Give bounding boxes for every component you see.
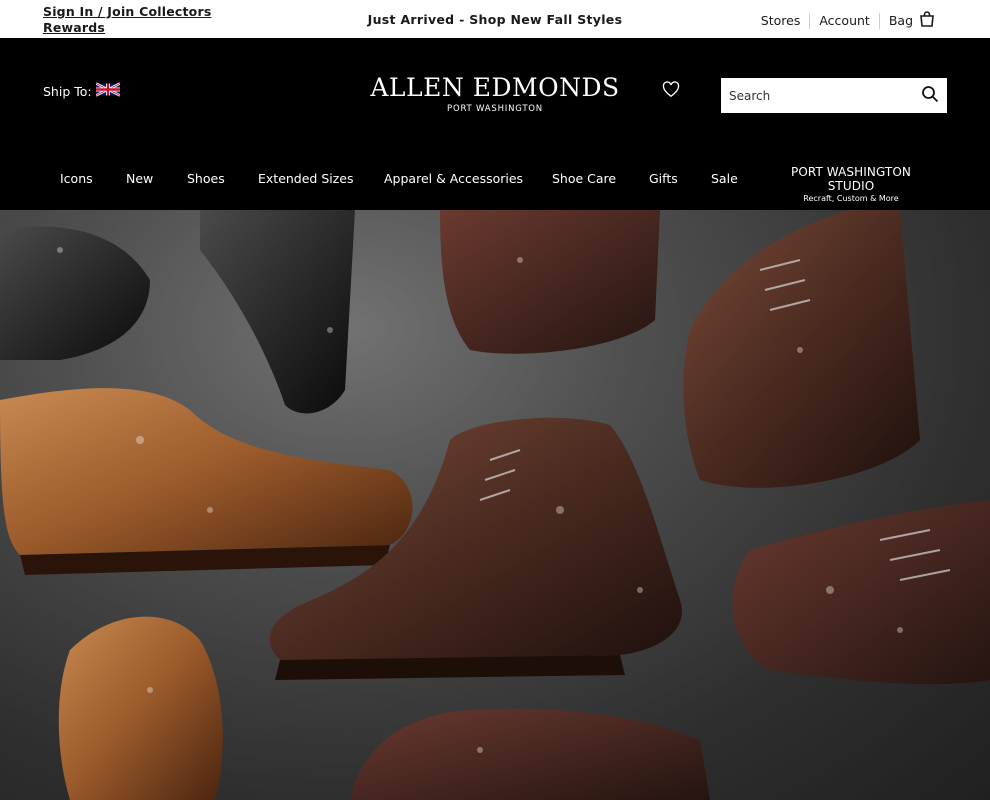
search-input[interactable]: [729, 88, 921, 103]
nav-item-new[interactable]: New: [126, 171, 153, 186]
account-link[interactable]: Account: [810, 13, 878, 28]
nav-item-shoes[interactable]: Shoes: [187, 171, 225, 186]
tan-boot-shape: [58, 616, 223, 800]
nav-item-gifts[interactable]: Gifts: [649, 171, 678, 186]
uk-flag-icon: [95, 82, 121, 100]
bag-link[interactable]: Bag: [880, 11, 935, 30]
nav-item-icons[interactable]: Icons: [60, 171, 93, 186]
site-header: Ship To: ALLEN EDMONDS PORT WASHINGTON I…: [0, 38, 990, 210]
ship-to-selector[interactable]: Ship To:: [43, 82, 121, 100]
nav-item-shoe-care[interactable]: Shoe Care: [552, 171, 616, 186]
nav-item-apparel-accessories[interactable]: Apparel & Accessories: [384, 171, 523, 186]
ship-to-label: Ship To:: [43, 83, 92, 99]
main-navigation: Icons New Shoes Extended Sizes Apparel &…: [0, 162, 990, 203]
shopping-bag-icon: [919, 11, 935, 30]
studio-subtitle: Recraft, Custom & More: [803, 194, 899, 203]
hero-boots-image: [0, 210, 990, 800]
nav-item-port-washington-studio[interactable]: PORT WASHINGTON STUDIO Recraft, Custom &…: [771, 165, 931, 203]
heart-icon[interactable]: [662, 81, 680, 102]
utility-links: Stores Account Bag: [752, 11, 935, 30]
utility-bar: Sign In / Join Collectors Rewards Just A…: [0, 0, 990, 38]
hero-banner[interactable]: [0, 210, 990, 800]
stores-link[interactable]: Stores: [752, 13, 810, 28]
bag-label: Bag: [888, 13, 913, 28]
logo-subtitle: PORT WASHINGTON: [447, 104, 543, 114]
search-bar: [721, 78, 947, 113]
studio-title: PORT WASHINGTON STUDIO: [791, 165, 911, 193]
logo-title: ALLEN EDMONDS: [370, 73, 620, 102]
brown-boot-shape: [440, 210, 660, 354]
brand-logo[interactable]: ALLEN EDMONDS PORT WASHINGTON: [340, 73, 650, 115]
nav-item-extended-sizes[interactable]: Extended Sizes: [258, 171, 354, 186]
nav-item-sale[interactable]: Sale: [711, 171, 738, 186]
search-icon[interactable]: [921, 85, 939, 107]
